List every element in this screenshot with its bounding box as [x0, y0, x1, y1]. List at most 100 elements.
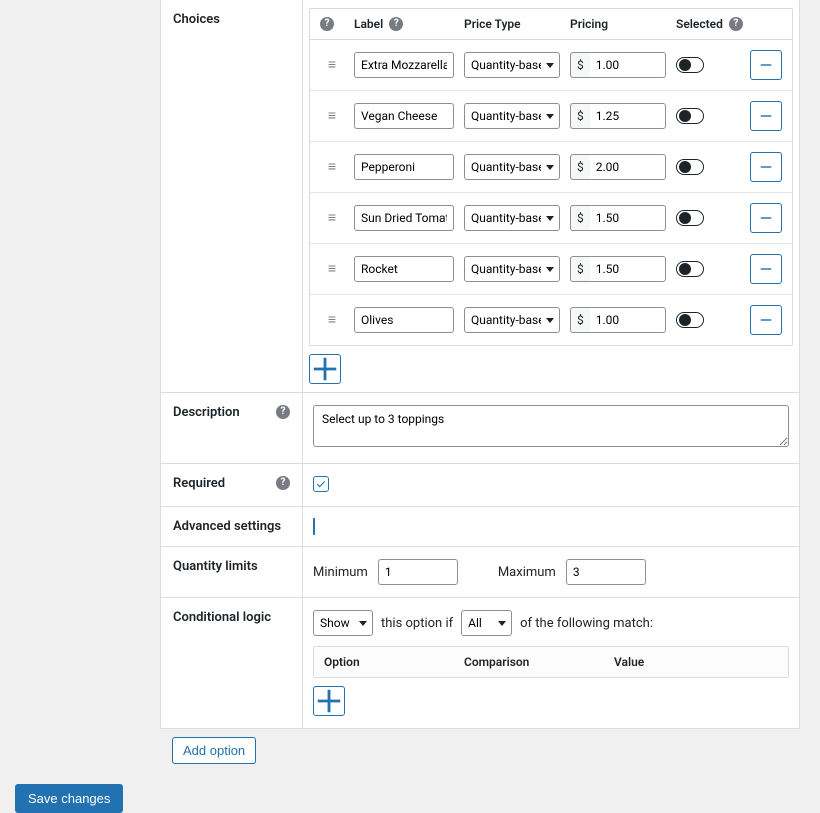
price-type-select[interactable]: Quantity-basedFlat fee — [464, 154, 560, 180]
conditional-showhide-select[interactable]: ShowHide — [313, 610, 373, 636]
section-choices: Choices ? Label? Price Type Pricing Sele… — [161, 0, 799, 392]
plus-icon — [310, 354, 340, 384]
choice-label-input[interactable] — [354, 154, 454, 180]
minus-icon — [759, 109, 773, 123]
choices-body: ? Label? Price Type Pricing Selected? ≡ Q… — [302, 0, 801, 392]
price-type-select[interactable]: Quantity-basedFlat fee — [464, 52, 560, 78]
remove-choice-button[interactable] — [750, 101, 782, 131]
choice-label-input[interactable] — [354, 307, 454, 333]
description-textarea[interactable] — [313, 405, 789, 447]
min-label: Minimum — [313, 565, 368, 580]
drag-handle-icon[interactable]: ≡ — [320, 109, 344, 123]
price-type-select[interactable]: Quantity-basedFlat fee — [464, 307, 560, 333]
price-type-select[interactable]: Quantity-basedFlat fee — [464, 205, 560, 231]
section-description: Description ? — [161, 392, 799, 463]
selected-toggle[interactable] — [676, 210, 704, 226]
drag-handle-icon[interactable]: ≡ — [320, 211, 344, 225]
choice-label-input[interactable] — [354, 256, 454, 282]
add-option-button[interactable]: Add option — [172, 737, 256, 764]
help-icon[interactable]: ? — [276, 476, 290, 490]
required-checkbox[interactable] — [313, 476, 329, 492]
add-condition-button[interactable] — [313, 686, 345, 716]
selected-toggle[interactable] — [676, 108, 704, 124]
drag-handle-icon[interactable]: ≡ — [320, 58, 344, 72]
currency-symbol: $ — [570, 154, 590, 180]
choice-row: ≡ Quantity-basedFlat fee $ — [310, 90, 792, 141]
choice-row: ≡ Quantity-basedFlat fee $ — [310, 141, 792, 192]
advanced-toggle[interactable] — [313, 518, 315, 535]
drag-handle-icon[interactable]: ≡ — [320, 313, 344, 327]
section-advanced: Advanced settings — [161, 506, 799, 546]
choices-label-text: Choices — [173, 12, 220, 27]
plus-icon — [314, 686, 344, 716]
drag-handle-icon[interactable]: ≡ — [320, 160, 344, 174]
help-icon[interactable]: ? — [276, 405, 290, 419]
remove-choice-button[interactable] — [750, 305, 782, 335]
min-input[interactable] — [378, 559, 458, 585]
currency-symbol: $ — [570, 103, 590, 129]
choices-table: ? Label? Price Type Pricing Selected? ≡ Q… — [309, 8, 793, 346]
minus-icon — [759, 262, 773, 276]
choice-row: ≡ Quantity-basedFlat fee $ — [310, 192, 792, 243]
quantity-label-text: Quantity limits — [173, 559, 258, 574]
conditional-rules-table: Option Comparison Value — [313, 646, 789, 678]
choices-header: ? Label? Price Type Pricing Selected? — [310, 9, 792, 40]
currency-symbol: $ — [570, 205, 590, 231]
price-input[interactable] — [590, 154, 666, 180]
remove-choice-button[interactable] — [750, 254, 782, 284]
selected-toggle[interactable] — [676, 159, 704, 175]
remove-choice-button[interactable] — [750, 50, 782, 80]
col-label: Label — [354, 17, 383, 31]
choice-row: ≡ Quantity-basedFlat fee $ — [310, 243, 792, 294]
cond-col-comparison: Comparison — [464, 655, 614, 669]
max-label: Maximum — [498, 565, 556, 580]
check-icon — [315, 478, 327, 490]
minus-icon — [759, 313, 773, 327]
choice-label-input[interactable] — [354, 205, 454, 231]
choice-row: ≡ Quantity-basedFlat fee $ — [310, 294, 792, 345]
choice-row: ≡ Quantity-basedFlat fee $ — [310, 40, 792, 90]
section-conditional: Conditional logic ShowHide this option i… — [161, 597, 799, 728]
remove-choice-button[interactable] — [750, 203, 782, 233]
section-label-description: Description ? — [161, 393, 302, 463]
minus-icon — [759, 160, 773, 174]
col-pricing: Pricing — [570, 17, 666, 31]
selected-toggle[interactable] — [676, 312, 704, 328]
selected-toggle[interactable] — [676, 261, 704, 277]
col-price-type: Price Type — [464, 17, 560, 31]
section-quantity-limits: Quantity limits Minimum Maximum — [161, 546, 799, 597]
conditional-label-text: Conditional logic — [173, 610, 271, 625]
option-panel: Choices ? Label? Price Type Pricing Sele… — [160, 0, 800, 729]
conditional-text-2: of the following match: — [520, 616, 653, 631]
help-icon[interactable]: ? — [320, 17, 334, 31]
minus-icon — [759, 58, 773, 72]
price-input[interactable] — [590, 307, 666, 333]
conditional-match-select[interactable]: AllAny — [461, 610, 512, 636]
add-choice-button[interactable] — [309, 354, 341, 384]
price-input[interactable] — [590, 52, 666, 78]
price-type-select[interactable]: Quantity-basedFlat fee — [464, 103, 560, 129]
choice-label-input[interactable] — [354, 103, 454, 129]
currency-symbol: $ — [570, 307, 590, 333]
save-changes-button[interactable]: Save changes — [15, 784, 123, 813]
help-icon[interactable]: ? — [389, 17, 403, 31]
price-type-select[interactable]: Quantity-basedFlat fee — [464, 256, 560, 282]
section-label-choices: Choices — [161, 0, 302, 392]
minus-icon — [759, 211, 773, 225]
max-input[interactable] — [566, 559, 646, 585]
required-label-text: Required — [173, 476, 225, 491]
advanced-label-text: Advanced settings — [173, 519, 281, 534]
choice-label-input[interactable] — [354, 52, 454, 78]
currency-symbol: $ — [570, 256, 590, 282]
col-selected: Selected — [676, 17, 723, 31]
drag-handle-icon[interactable]: ≡ — [320, 262, 344, 276]
price-input[interactable] — [590, 103, 666, 129]
help-icon[interactable]: ? — [729, 17, 743, 31]
selected-toggle[interactable] — [676, 57, 704, 73]
currency-symbol: $ — [570, 52, 590, 78]
cond-col-value: Value — [614, 655, 778, 669]
price-input[interactable] — [590, 205, 666, 231]
remove-choice-button[interactable] — [750, 152, 782, 182]
price-input[interactable] — [590, 256, 666, 282]
description-label-text: Description — [173, 405, 240, 420]
